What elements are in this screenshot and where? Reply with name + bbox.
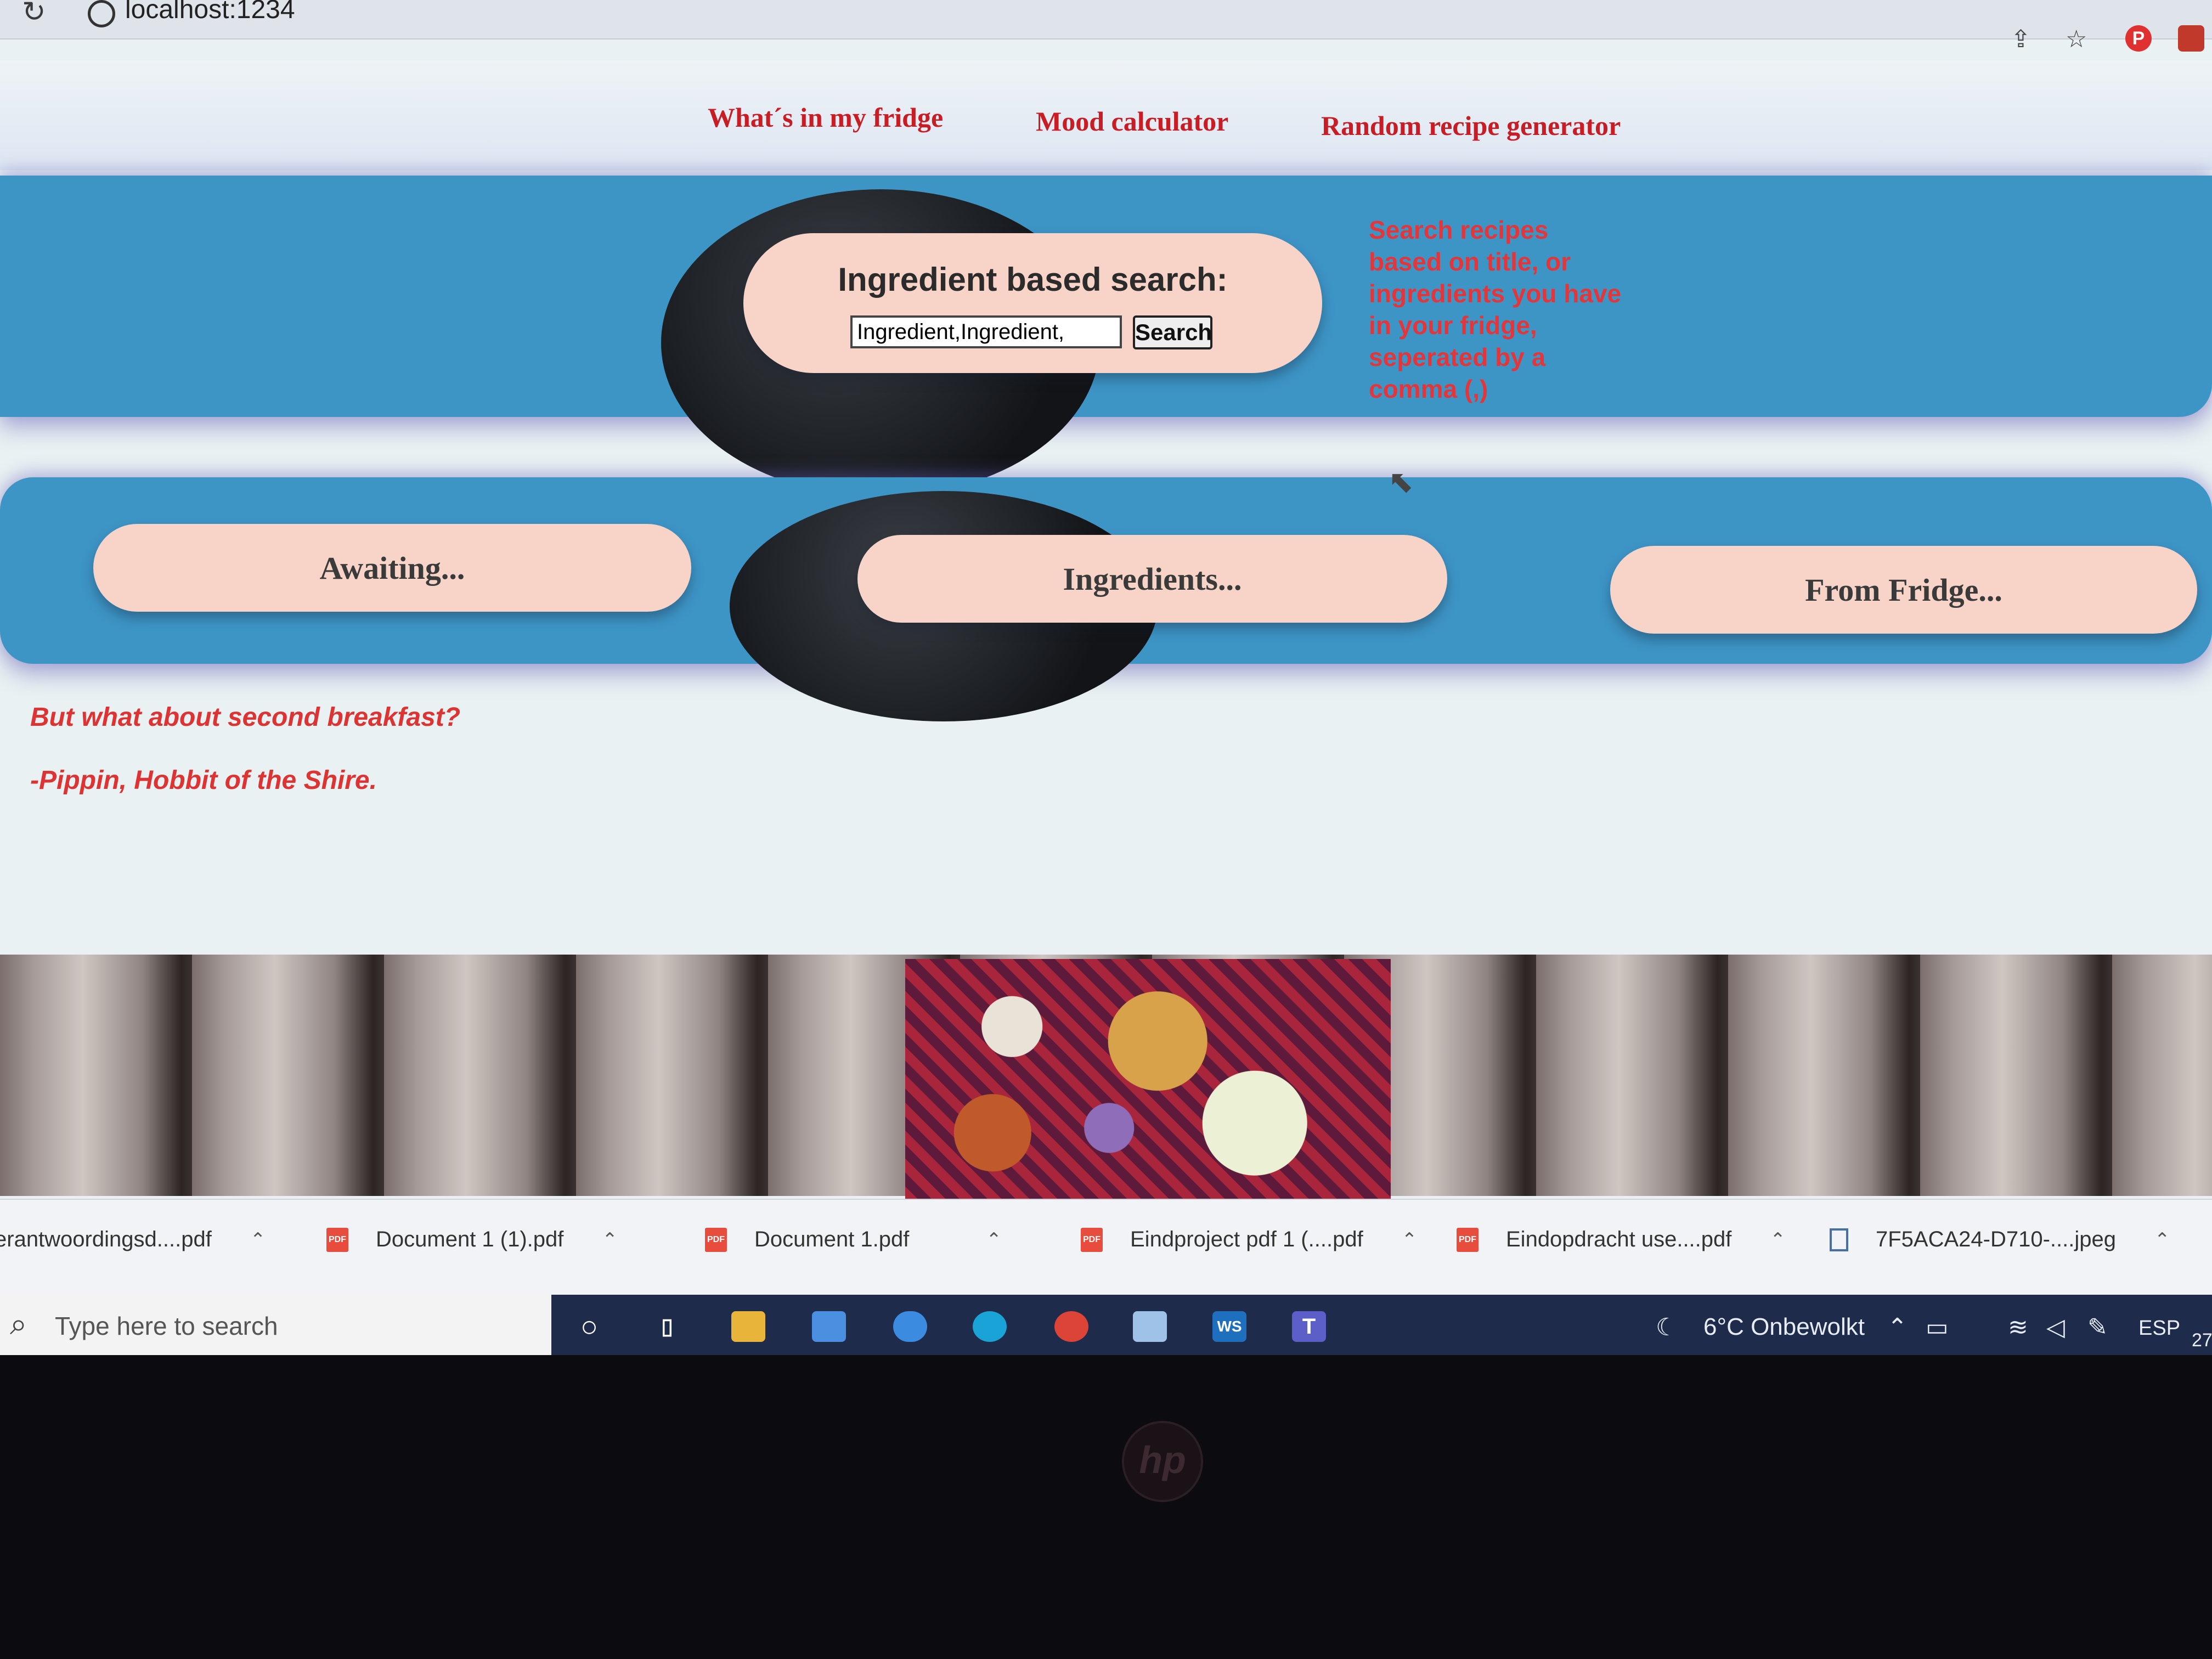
chrome-browser-icon[interactable] <box>1054 1311 1088 1342</box>
chevron-up-icon[interactable]: ⌃ <box>2154 1229 2170 1251</box>
reload-icon[interactable]: ↻ <box>22 0 46 29</box>
weather-status[interactable]: 6°C Onbewolkt <box>1703 1313 1865 1341</box>
download-item[interactable]: 7F5ACA24-D710-....jpeg ⌃ <box>1830 1227 2170 1252</box>
nav-random-recipe-generator[interactable]: Random recipe generator <box>1321 110 1621 142</box>
language-indicator[interactable]: ESP <box>2138 1317 2180 1340</box>
quote-attribution: -Pippin, Hobbit of the Shire. <box>30 766 377 795</box>
chevron-up-icon[interactable]: ⌃ <box>986 1229 1002 1251</box>
pdf-icon: PDF <box>1457 1227 1479 1252</box>
top-navigation: What´s in my fridge Mood calculator Rand… <box>0 60 2212 170</box>
nav-mood-calculator[interactable]: Mood calculator <box>1036 105 1228 137</box>
webstorm-icon[interactable]: WS <box>1212 1311 1246 1342</box>
file-explorer-icon[interactable] <box>731 1311 765 1342</box>
download-item[interactable]: erantwoordingsd....pdf ⌃ <box>0 1227 266 1252</box>
notepad-icon[interactable] <box>1133 1311 1167 1342</box>
windows-taskbar: ⌕ Type here to search ○ ▯ WS T ☾ 6°C Onb… <box>0 1295 2212 1355</box>
chevron-up-icon[interactable]: ⌃ <box>602 1229 618 1251</box>
chevron-up-icon[interactable]: ⌃ <box>1770 1229 1786 1251</box>
image-file-icon <box>1830 1228 1848 1251</box>
download-item[interactable]: PDF Document 1 (1).pdf ⌃ <box>326 1227 618 1252</box>
quote-text: But what about second breakfast? <box>30 703 461 732</box>
search-hint: Search recipes based on title, or ingred… <box>1369 216 1622 403</box>
download-item[interactable]: PDF Document 1.pdf ⌃ <box>705 1227 1002 1252</box>
pdf-icon: PDF <box>1081 1227 1103 1252</box>
taskbar-search-box[interactable]: ⌕ Type here to search <box>0 1295 551 1355</box>
hp-logo: hp <box>1122 1421 1203 1502</box>
address-bar[interactable]: localhost:1234 <box>125 0 295 25</box>
download-file-name: Eindproject pdf 1 (....pdf <box>1130 1227 1363 1251</box>
download-file-name: erantwoordingsd....pdf <box>0 1227 212 1251</box>
extension-icon[interactable] <box>2178 25 2204 52</box>
moon-weather-icon: ☾ <box>1656 1314 1678 1341</box>
microsoft-store-icon[interactable] <box>812 1311 846 1342</box>
download-file-name: 7F5ACA24-D710-....jpeg <box>1876 1227 2117 1251</box>
mouse-cursor-icon: ⬉ <box>1388 464 1414 499</box>
food-table-image <box>905 959 1391 1200</box>
download-item[interactable]: PDF Eindproject pdf 1 (....pdf ⌃ <box>1081 1227 1417 1252</box>
search-card: Ingredient based search: Search <box>743 233 1322 373</box>
nav-whats-in-my-fridge[interactable]: What´s in my fridge <box>708 101 943 133</box>
download-file-name: Eindopdracht use....pdf <box>1506 1227 1732 1251</box>
teams-icon[interactable]: T <box>1292 1311 1326 1342</box>
volume-icon[interactable]: ◁ <box>2046 1313 2065 1341</box>
pdf-icon: PDF <box>326 1227 348 1252</box>
taskbar-search-placeholder: Type here to search <box>55 1312 278 1340</box>
pdf-icon: PDF <box>705 1227 727 1252</box>
cortana-icon[interactable]: ○ <box>572 1311 606 1342</box>
pen-icon[interactable]: ✎ <box>2087 1313 2108 1341</box>
ingredient-search-input[interactable] <box>850 315 1122 348</box>
pinterest-extension-icon[interactable]: P <box>2125 25 2152 52</box>
download-item[interactable]: PDF Eindopdracht use....pdf ⌃ <box>1457 1227 1786 1252</box>
download-file-name: Document 1 (1).pdf <box>376 1227 564 1251</box>
bookmark-star-icon[interactable]: ☆ <box>2066 25 2087 53</box>
edge-browser-icon[interactable] <box>973 1311 1007 1342</box>
task-view-icon[interactable]: ▯ <box>650 1311 684 1342</box>
search-button[interactable]: Search <box>1133 315 1212 349</box>
clock[interactable]: 27 <box>2192 1330 2212 1351</box>
ingredients-card[interactable]: Ingredients... <box>857 535 1447 623</box>
browser-toolbar: ↻ localhost:1234 ⇪ ☆ P <box>0 0 2212 53</box>
from-fridge-card[interactable]: From Fridge... <box>1610 546 2197 634</box>
download-shelf: erantwoordingsd....pdf ⌃ PDF Document 1 … <box>0 1199 2212 1296</box>
share-icon[interactable]: ⇪ <box>2011 25 2031 53</box>
screen: ↻ localhost:1234 ⇪ ☆ P What´s in my frid… <box>0 0 2212 1355</box>
awaiting-card[interactable]: Awaiting... <box>93 524 691 612</box>
search-title: Ingredient based search: <box>838 261 1228 298</box>
onedrive-icon[interactable] <box>893 1311 927 1342</box>
site-info-icon[interactable] <box>88 0 115 27</box>
download-file-name: Document 1.pdf <box>754 1227 910 1251</box>
battery-icon[interactable]: ▭ <box>1926 1313 1949 1341</box>
chevron-up-icon[interactable]: ⌃ <box>1402 1229 1418 1251</box>
chevron-up-icon[interactable]: ⌃ <box>250 1229 266 1251</box>
wifi-icon[interactable]: ≋ <box>2008 1313 2028 1341</box>
search-icon: ⌕ <box>10 1306 27 1341</box>
show-hidden-icons-icon[interactable]: ⌃ <box>1887 1313 1908 1341</box>
